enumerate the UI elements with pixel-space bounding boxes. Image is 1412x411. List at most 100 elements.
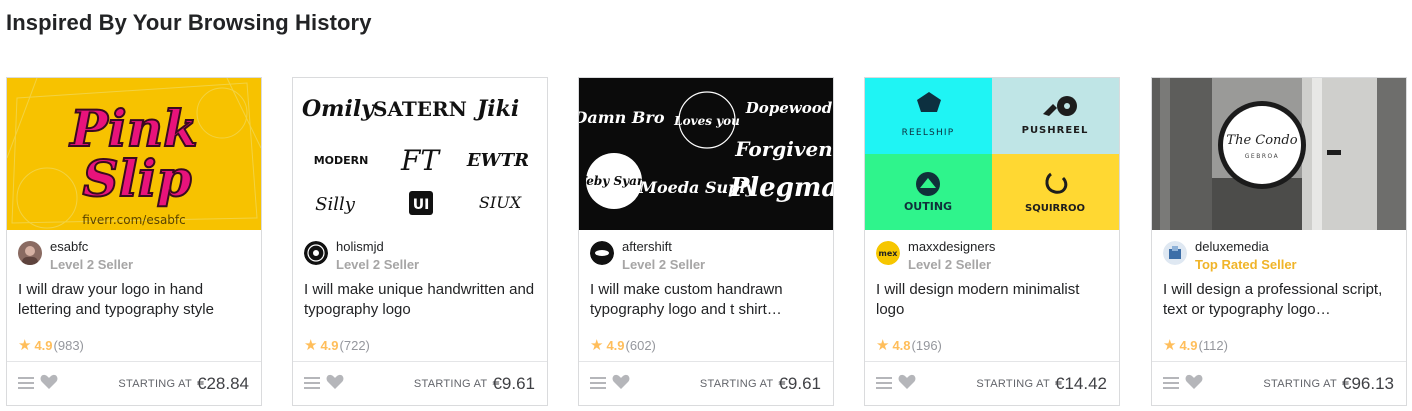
gig-card[interactable]: Damn Bro Loves you Dopewood Forgiven Feb… bbox=[578, 77, 834, 406]
thumb-text: Damn Bro bbox=[579, 108, 665, 127]
thumb-text: EWTR bbox=[466, 150, 529, 171]
seller-info: aftershift Level 2 Seller bbox=[590, 239, 824, 272]
thumb-text: fiverr.com/esabfc bbox=[82, 213, 186, 227]
seller-info: mex maxxdesigners Level 2 Seller bbox=[876, 239, 1110, 272]
price-area[interactable]: STARTING AT €28.84 bbox=[118, 374, 249, 394]
gig-thumbnail-image: REELSHIP PUSHREEL OUTING SQUIRROO bbox=[865, 78, 1119, 230]
price-area[interactable]: STARTING AT €9.61 bbox=[414, 374, 535, 394]
review-count: (602) bbox=[625, 338, 656, 353]
price-area[interactable]: STARTING AT €14.42 bbox=[976, 374, 1107, 394]
thumb-text: Omily bbox=[302, 96, 376, 122]
thumb-text: GEBROA bbox=[1245, 153, 1279, 160]
star-icon: ★ bbox=[590, 337, 604, 354]
heart-icon[interactable] bbox=[1185, 374, 1203, 390]
gig-card[interactable]: The Condo GEBROA deluxemedia Top Rated S… bbox=[1151, 77, 1407, 406]
gig-thumbnail-image: Pink Slip fiverr.com/esabfc bbox=[7, 78, 261, 230]
rating-value: 4.8 bbox=[892, 338, 911, 353]
card-footer: STARTING AT €14.42 bbox=[865, 361, 1119, 405]
thumb-text: UI bbox=[413, 197, 430, 213]
heart-icon[interactable] bbox=[898, 374, 916, 390]
gig-thumbnail[interactable]: Damn Bro Loves you Dopewood Forgiven Feb… bbox=[579, 78, 833, 230]
gig-card[interactable]: REELSHIP PUSHREEL OUTING SQUIRROO mex ma… bbox=[864, 77, 1120, 406]
review-count: (983) bbox=[53, 338, 84, 353]
rating-value: 4.9 bbox=[606, 338, 625, 353]
rating: ★ 4.9(602) bbox=[590, 336, 656, 354]
gig-thumbnail-image: Damn Bro Loves you Dopewood Forgiven Feb… bbox=[579, 78, 833, 230]
gig-title-link[interactable]: I will make custom handrawn typography l… bbox=[590, 280, 824, 322]
thumb-text: FT bbox=[400, 144, 441, 177]
card-footer: STARTING AT €28.84 bbox=[7, 361, 261, 405]
heart-icon[interactable] bbox=[40, 374, 58, 390]
starting-at-label: STARTING AT bbox=[976, 378, 1050, 390]
list-icon[interactable] bbox=[18, 376, 34, 390]
thumb-text: SQUIRROO bbox=[1025, 203, 1085, 214]
gig-card[interactable]: Pink Slip fiverr.com/esabfc esabfc Level… bbox=[6, 77, 262, 406]
gig-title-link[interactable]: I will design modern minimalist logo bbox=[876, 280, 1110, 322]
rating: ★ 4.9(983) bbox=[18, 336, 84, 354]
avatar-text: mex bbox=[879, 249, 899, 258]
avatar[interactable] bbox=[1163, 241, 1187, 265]
seller-name[interactable]: holismjd bbox=[336, 239, 384, 254]
gig-title-link[interactable]: I will make unique handwritten and typog… bbox=[304, 280, 538, 322]
thumb-text: Plegma bbox=[729, 173, 833, 203]
thumb-text: Slip bbox=[82, 149, 191, 208]
seller-level: Level 2 Seller bbox=[908, 257, 992, 272]
gig-thumbnail-image: Omily SATERN Jiki MODERN FT EWTR Silly U… bbox=[293, 78, 547, 230]
gig-thumbnail[interactable]: Pink Slip fiverr.com/esabfc bbox=[7, 78, 261, 230]
gig-card[interactable]: Omily SATERN Jiki MODERN FT EWTR Silly U… bbox=[292, 77, 548, 406]
review-count: (196) bbox=[911, 338, 942, 353]
seller-level: Level 2 Seller bbox=[50, 257, 134, 272]
gig-thumbnail[interactable]: Omily SATERN Jiki MODERN FT EWTR Silly U… bbox=[293, 78, 547, 230]
avatar[interactable] bbox=[304, 241, 328, 265]
price-area[interactable]: STARTING AT €96.13 bbox=[1263, 374, 1394, 394]
avatar[interactable]: mex bbox=[876, 241, 900, 265]
star-icon: ★ bbox=[18, 337, 32, 354]
star-icon: ★ bbox=[304, 337, 318, 354]
gig-card-list: Pink Slip fiverr.com/esabfc esabfc Level… bbox=[0, 0, 1412, 411]
price-area[interactable]: STARTING AT €9.61 bbox=[700, 374, 821, 394]
starting-at-label: STARTING AT bbox=[1263, 378, 1337, 390]
card-footer: STARTING AT €9.61 bbox=[579, 361, 833, 405]
price: €9.61 bbox=[778, 374, 821, 393]
seller-info: esabfc Level 2 Seller bbox=[18, 239, 252, 272]
thumb-text: Loves you bbox=[673, 114, 740, 128]
gig-title-link[interactable]: I will design a professional script, tex… bbox=[1163, 280, 1397, 322]
list-icon[interactable] bbox=[304, 376, 320, 390]
gig-title-link[interactable]: I will draw your logo in hand lettering … bbox=[18, 280, 252, 322]
starting-at-label: STARTING AT bbox=[413, 378, 488, 390]
gig-thumbnail[interactable]: The Condo GEBROA bbox=[1152, 78, 1406, 230]
avatar[interactable] bbox=[18, 241, 42, 265]
rating: ★ 4.9(722) bbox=[304, 336, 370, 354]
seller-info: holismjd Level 2 Seller bbox=[304, 239, 538, 272]
avatar[interactable] bbox=[590, 241, 614, 265]
seller-name[interactable]: maxxdesigners bbox=[908, 239, 995, 254]
thumb-text: OUTING bbox=[904, 200, 952, 213]
price: €14.42 bbox=[1055, 374, 1107, 393]
card-footer: STARTING AT €9.61 bbox=[293, 361, 547, 405]
seller-level: Top Rated Seller bbox=[1195, 257, 1297, 272]
seller-name[interactable]: deluxemedia bbox=[1195, 239, 1269, 254]
review-count: (722) bbox=[339, 338, 370, 353]
gig-thumbnail[interactable]: REELSHIP PUSHREEL OUTING SQUIRROO bbox=[865, 78, 1119, 230]
thumb-text: Jiki bbox=[473, 96, 519, 122]
price: €9.61 bbox=[492, 374, 535, 393]
seller-name[interactable]: aftershift bbox=[622, 239, 672, 254]
thumb-text: Forgiven bbox=[734, 137, 832, 161]
list-icon[interactable] bbox=[590, 376, 606, 390]
thumb-text: Dopewood bbox=[745, 99, 833, 117]
heart-icon[interactable] bbox=[612, 374, 630, 390]
card-footer: STARTING AT €96.13 bbox=[1152, 361, 1406, 405]
thumb-text: REELSHIP bbox=[902, 128, 955, 138]
list-icon[interactable] bbox=[876, 376, 892, 390]
seller-level: Level 2 Seller bbox=[622, 257, 706, 272]
star-icon: ★ bbox=[1163, 337, 1177, 354]
price: €28.84 bbox=[197, 374, 249, 393]
seller-level: Level 2 Seller bbox=[336, 257, 420, 272]
thumb-text: Silly bbox=[315, 194, 356, 215]
list-icon[interactable] bbox=[1163, 376, 1179, 390]
seller-info: deluxemedia Top Rated Seller bbox=[1163, 239, 1397, 272]
seller-name[interactable]: esabfc bbox=[50, 239, 88, 254]
starting-at-label: STARTING AT bbox=[118, 378, 192, 390]
star-icon: ★ bbox=[876, 337, 890, 354]
heart-icon[interactable] bbox=[326, 374, 344, 390]
